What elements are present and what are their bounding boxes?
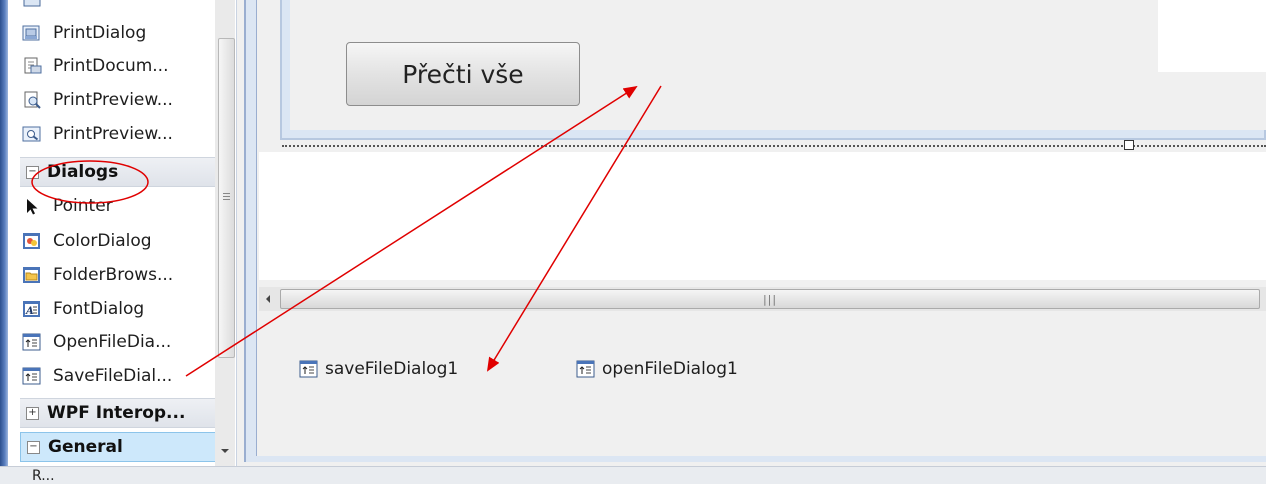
annotation-arrow-to-form <box>185 85 638 377</box>
annotation-arrow-to-tray <box>486 85 662 372</box>
highlight-ellipse <box>31 160 149 204</box>
annotation-overlay <box>31 85 662 377</box>
